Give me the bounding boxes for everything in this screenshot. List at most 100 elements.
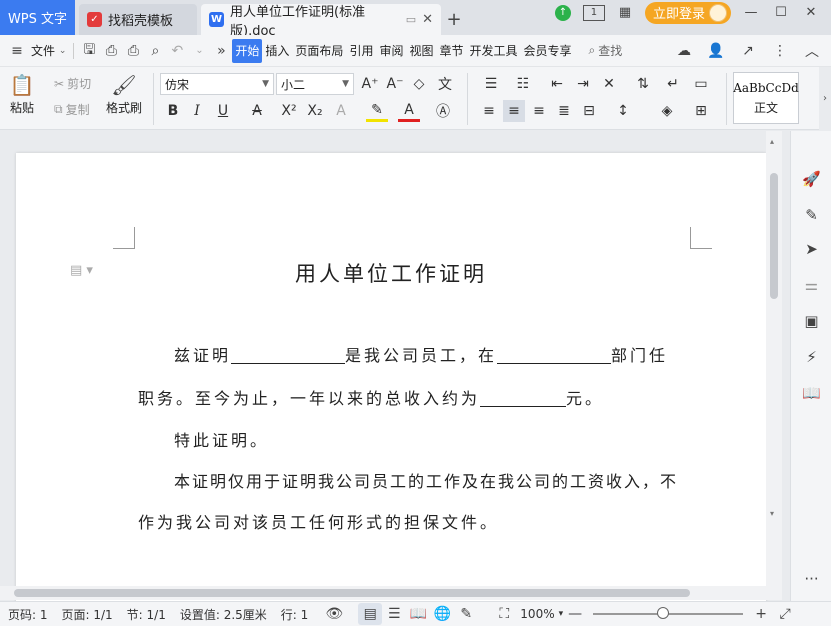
cursor-icon[interactable]: ➤ — [791, 237, 831, 261]
zoom-slider[interactable] — [593, 607, 744, 619]
tab-view[interactable]: 视图 — [406, 39, 436, 63]
bullet-list-icon[interactable]: ☰ — [480, 73, 502, 95]
search-button[interactable]: ⌕ 查找 — [589, 42, 623, 59]
paste-button[interactable]: 📋 粘贴 — [8, 71, 36, 116]
outline-view-icon[interactable]: ☰ — [382, 603, 406, 625]
bold-icon[interactable]: B — [162, 100, 184, 122]
undo-icon[interactable]: ↶ — [166, 39, 188, 63]
tab-window-icon[interactable]: ▭ — [406, 13, 416, 26]
highlight-icon[interactable]: ✎ — [366, 100, 388, 122]
web-view-icon[interactable]: 🌐 — [430, 603, 454, 625]
tab-home[interactable]: 开始 — [232, 38, 263, 63]
strikethrough-icon[interactable]: A — [246, 100, 268, 122]
scroll-up-icon[interactable]: ▴ — [770, 137, 774, 146]
increase-indent-icon[interactable]: ⇥ — [572, 73, 594, 95]
ribbon-scroll-right-icon[interactable]: › — [819, 67, 831, 130]
superscript-icon[interactable]: X² — [278, 100, 300, 122]
more-options-icon[interactable]: ⋮ — [769, 39, 791, 63]
increase-font-icon[interactable]: A⁺ — [359, 73, 381, 95]
text-effect-icon[interactable]: A — [330, 100, 352, 122]
fullscreen-icon[interactable]: ⤢ — [773, 603, 797, 625]
italic-icon[interactable]: I — [186, 100, 208, 122]
zoom-in-icon[interactable]: + — [749, 603, 773, 625]
tab-document[interactable]: W 用人单位工作证明(标准版).doc ▭ ✕ — [201, 4, 441, 39]
justify-icon[interactable]: ≣ — [553, 100, 575, 122]
paragraph-2[interactable]: 职务。至今为止，一年以来的总收入约为 元。 — [138, 385, 690, 409]
font-name-select[interactable]: 仿宋 ▼ — [160, 73, 274, 95]
export-pdf-icon[interactable]: ⎙ — [100, 39, 122, 63]
tab-page-layout[interactable]: 页面布局 — [292, 39, 346, 63]
paragraph-mark-icon[interactable]: ↵ — [662, 73, 684, 95]
minimize-icon[interactable]: — — [741, 3, 761, 23]
vertical-scrollbar[interactable]: ▴ ▾ — [766, 131, 782, 586]
tab-member[interactable]: 会员专享 — [521, 39, 575, 63]
lightning-icon[interactable]: ⚡ — [791, 345, 831, 369]
subscript-icon[interactable]: X₂ — [304, 100, 326, 122]
font-size-select[interactable]: 小二 ▼ — [276, 73, 354, 95]
pen-icon[interactable]: ✎ — [791, 203, 831, 227]
layout-icon[interactable]: 1 — [582, 4, 605, 21]
char-border-icon[interactable]: Ⓐ — [432, 100, 454, 122]
tab-references[interactable]: 引用 — [346, 39, 376, 63]
underline-icon[interactable]: U — [212, 100, 234, 122]
shading-icon[interactable]: ◈ — [656, 100, 678, 122]
font-color-icon[interactable]: A — [398, 100, 420, 122]
tab-insert[interactable]: 插入 — [262, 39, 292, 63]
print-preview-icon[interactable]: ⌕ — [144, 39, 166, 63]
zoom-slider-knob[interactable] — [657, 607, 670, 619]
grid-apps-icon[interactable]: ▦ — [615, 3, 635, 23]
paragraph-5[interactable]: 作为我公司对该员工任何形式的担保文件。 — [138, 509, 690, 533]
page-number[interactable]: 页码: 1 — [8, 606, 48, 623]
update-icon[interactable]: ↑ — [553, 3, 573, 23]
distribute-icon[interactable]: ⊟ — [578, 100, 600, 122]
fit-page-icon[interactable]: ⛶ — [492, 603, 516, 625]
paragraph-1[interactable]: 兹证明 是我公司员工，在 部门任 — [138, 342, 690, 366]
sort-icon[interactable]: ⇅ — [632, 73, 654, 95]
phonetic-icon[interactable]: 文 — [434, 73, 456, 95]
tab-chapter[interactable]: 章节 — [436, 39, 466, 63]
borders-icon[interactable]: ⊞ — [690, 100, 712, 122]
app-tab-wps[interactable]: WPS 文字 — [0, 0, 75, 35]
hamburger-icon[interactable]: ≡ — [6, 39, 28, 63]
line-spacing-icon[interactable]: ↕ — [612, 100, 634, 122]
share-icon[interactable]: ↗ — [737, 39, 759, 63]
decrease-font-icon[interactable]: A⁻ — [384, 73, 406, 95]
file-menu[interactable]: 文件 ⌄ — [28, 39, 69, 63]
cloud-sync-icon[interactable]: ☁ — [673, 39, 695, 63]
align-center-icon[interactable]: ≡ — [503, 100, 525, 122]
save-icon[interactable]: 🖫 — [78, 39, 100, 63]
chinese-layout-icon[interactable]: ✕ — [598, 73, 620, 95]
tab-review[interactable]: 审阅 — [376, 39, 406, 63]
document-page[interactable]: ▤ ▾ 用人单位工作证明 兹证明 是我公司员工，在 部门任 职务。至今为止，一年以来… — [16, 153, 766, 601]
number-list-icon[interactable]: ☷ — [512, 73, 534, 95]
paragraph-3[interactable]: 特此证明。 — [138, 427, 690, 451]
tab-daoke-templates[interactable]: ✓ 找稻壳模板 — [79, 4, 197, 35]
horizontal-scrollbar[interactable] — [0, 586, 782, 600]
vertical-scroll-thumb[interactable] — [770, 173, 778, 299]
copy-button[interactable]: ⧉ 复制 — [54, 101, 90, 118]
format-painter-button[interactable]: 🖌 格式刷 — [106, 71, 142, 116]
rocket-icon[interactable]: 🚀 — [791, 167, 831, 191]
paragraph-4[interactable]: 本证明仅用于证明我公司员工的工作及在我公司的工资收入，不 — [138, 468, 690, 492]
reading-view-icon[interactable]: 📖 — [406, 603, 430, 625]
decrease-indent-icon[interactable]: ⇤ — [546, 73, 568, 95]
collapse-ribbon-icon[interactable]: ︿ — [801, 39, 823, 63]
tab-developer[interactable]: 开发工具 — [467, 39, 521, 63]
image-tools-icon[interactable]: ▣ — [791, 309, 831, 333]
ruler-icon[interactable]: ▭ — [690, 73, 712, 95]
more-horizontal-icon[interactable]: ··· — [791, 567, 831, 591]
eye-protection-icon[interactable]: 👁 — [322, 603, 346, 625]
horizontal-scroll-thumb[interactable] — [14, 589, 690, 597]
more-icon[interactable]: » — [210, 39, 232, 63]
login-button[interactable]: 立即登录 — [644, 1, 731, 24]
align-right-icon[interactable]: ≡ — [528, 100, 550, 122]
cut-button[interactable]: ✂ 剪切 — [54, 75, 91, 92]
page-view-icon[interactable]: ▤ — [358, 603, 383, 625]
new-tab-button[interactable]: + — [441, 4, 467, 35]
redo-dropdown-icon[interactable]: ⌄ — [188, 39, 210, 63]
zoom-level[interactable]: 100% — [520, 607, 554, 621]
style-normal[interactable]: AaBbCcDd 正文 — [733, 72, 799, 124]
share-user-icon[interactable]: 👤 — [705, 39, 727, 63]
close-tab-icon[interactable]: ✕ — [422, 12, 433, 27]
zoom-out-icon[interactable]: — — [563, 603, 587, 625]
